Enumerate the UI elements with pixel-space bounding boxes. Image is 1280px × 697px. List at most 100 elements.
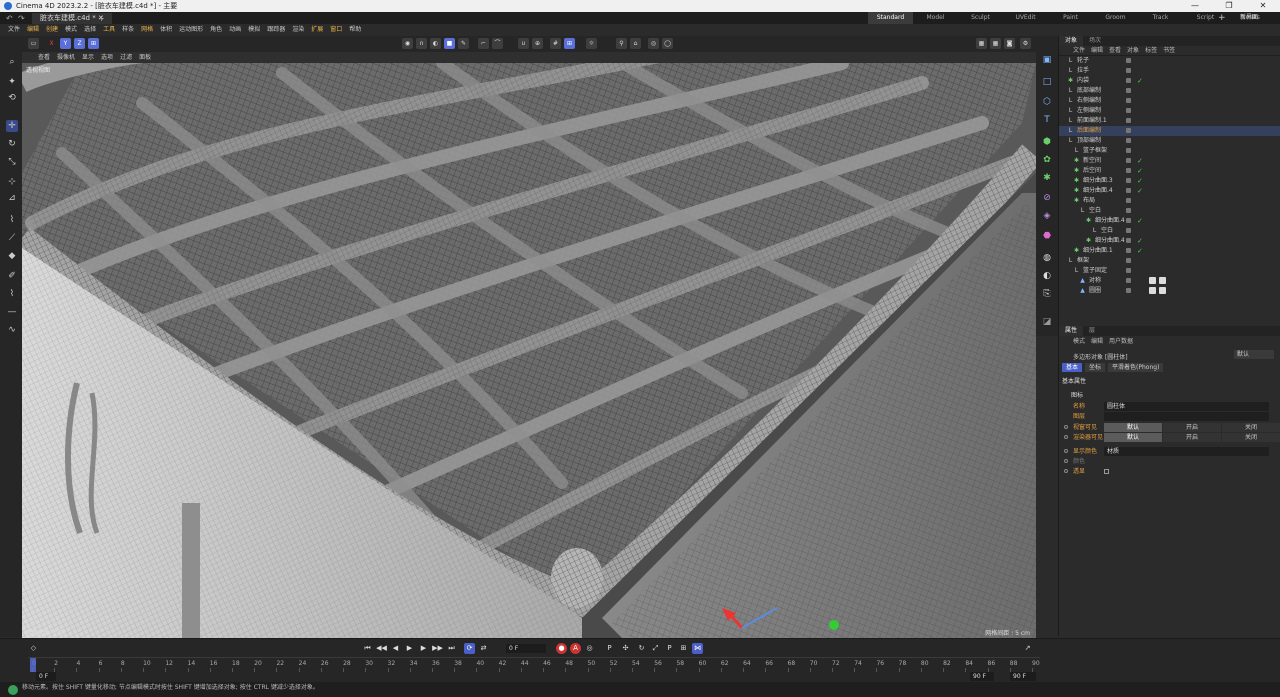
menu-help[interactable]: 帮助 [349, 24, 361, 36]
om-menu-bookmarks[interactable]: 书签 [1163, 46, 1175, 55]
enabled-check-icon[interactable]: ✓ [1137, 236, 1143, 246]
render-region-icon[interactable]: ∩ [416, 38, 427, 49]
keyframe-icon[interactable] [1064, 459, 1068, 463]
vp-menu-filter[interactable]: 过滤 [120, 52, 132, 63]
menu-edit[interactable]: 编辑 [27, 24, 39, 36]
key-point-icon[interactable]: ⊞ [678, 643, 689, 654]
hair-icon[interactable]: ◯ [662, 38, 673, 49]
object-tag-icon[interactable] [1149, 277, 1156, 284]
add-tab-icon[interactable]: + [98, 13, 105, 24]
deformer-obj-icon[interactable]: ⊘ [1041, 192, 1053, 204]
display-color-dropdown[interactable]: 材质 [1104, 447, 1269, 456]
vp-menu-options[interactable]: 选项 [101, 52, 113, 63]
minimize-icon[interactable]: — [1178, 0, 1212, 12]
prev-frame-icon[interactable]: ◀ [390, 643, 401, 654]
visibility-toggle[interactable] [1126, 268, 1131, 273]
visibility-toggle[interactable] [1126, 188, 1131, 193]
layout-standard[interactable]: Standard [868, 12, 913, 24]
panel-layout-icon[interactable]: ▦ [976, 38, 987, 49]
object-tag-icon[interactable] [1159, 277, 1166, 284]
keyframe-icon[interactable] [1064, 425, 1068, 429]
layout-track[interactable]: Track [1138, 12, 1183, 24]
om-menu-view[interactable]: 查看 [1109, 46, 1121, 55]
light-obj-icon[interactable]: ◐ [1041, 270, 1053, 282]
settings-icon[interactable]: ⚙ [1020, 38, 1031, 49]
prev-key-icon[interactable]: ◀◀ [376, 643, 387, 654]
add-layout-icon[interactable]: + [1218, 12, 1226, 24]
redo-icon[interactable]: ↷ [18, 13, 25, 24]
timeline-ruler[interactable]: 0246810121416182022242628303234363840424… [28, 657, 1040, 672]
fill-icon[interactable]: ◆ [6, 250, 18, 262]
display-icon[interactable]: ◎ [648, 38, 659, 49]
maximize-icon[interactable]: ❐ [1212, 0, 1246, 12]
layout-paint[interactable]: Paint [1048, 12, 1093, 24]
visibility-toggle[interactable] [1126, 68, 1131, 73]
playhead[interactable] [30, 658, 36, 672]
enabled-check-icon[interactable]: ✓ [1137, 156, 1143, 166]
menu-animate[interactable]: 动画 [229, 24, 241, 36]
keyframe-icon[interactable] [1064, 435, 1068, 439]
om-menu-edit[interactable]: 编辑 [1091, 46, 1103, 55]
visibility-toggle[interactable] [1126, 198, 1131, 203]
play-icon[interactable]: ▶ [404, 643, 415, 654]
generator-icon[interactable]: ⬢ [1041, 136, 1053, 148]
workplane-icon[interactable]: ⊞ [564, 38, 575, 49]
visibility-toggle[interactable] [1126, 58, 1131, 63]
key-move-icon[interactable]: ✣ [620, 643, 631, 654]
vp-menu-camera[interactable]: 摄像机 [57, 52, 75, 63]
menu-spline[interactable]: 样条 [122, 24, 134, 36]
keyframe-select-icon[interactable]: ◎ [584, 643, 595, 654]
scene-icon[interactable]: ⌂ [630, 38, 641, 49]
undo-view-icon[interactable]: ▭ [28, 38, 39, 49]
om-menu-tags[interactable]: 标签 [1145, 46, 1157, 55]
keyframe-diamond-icon[interactable]: ◇ [28, 643, 39, 654]
vp-menu-view[interactable]: 查看 [38, 52, 50, 63]
pen-icon[interactable]: ✎ [458, 38, 469, 49]
autokey-icon[interactable]: A [570, 643, 581, 654]
visibility-toggle[interactable] [1126, 248, 1131, 253]
close-icon[interactable]: ✕ [1246, 0, 1280, 12]
visibility-toggle[interactable] [1126, 288, 1131, 293]
visibility-toggle[interactable] [1126, 118, 1131, 123]
visibility-toggle[interactable] [1126, 148, 1131, 153]
render-settings-icon[interactable]: ◐ [430, 38, 441, 49]
visibility-toggle[interactable] [1126, 278, 1131, 283]
record-icon[interactable]: ● [556, 643, 567, 654]
enabled-check-icon[interactable]: ✓ [1137, 186, 1143, 196]
menu-extensions[interactable]: 扩展 [311, 24, 323, 36]
start-frame-field[interactable]: 0 F [36, 672, 56, 681]
camera-icon[interactable]: ⚲ [616, 38, 627, 49]
object-row[interactable]: L 后面编制 [1059, 126, 1280, 136]
rotate-view-icon[interactable]: ⟲ [6, 92, 18, 104]
object-row[interactable]: L 底部编制 [1059, 86, 1280, 96]
object-row[interactable]: ▲ 圆圈 [1059, 286, 1280, 296]
editor-visible-default[interactable]: 默认 [1104, 423, 1162, 432]
z-axis-icon[interactable]: Z [74, 38, 85, 49]
knife-icon[interactable]: ⟋ [6, 232, 18, 244]
editor-visible-on[interactable]: 开启 [1163, 423, 1221, 432]
object-row[interactable]: L 右侧编制 [1059, 96, 1280, 106]
object-row[interactable]: L 空白 [1059, 206, 1280, 216]
vp-menu-display[interactable]: 显示 [82, 52, 94, 63]
menu-mograph[interactable]: 运动图形 [179, 24, 203, 36]
effector-icon[interactable]: ✱ [1041, 172, 1053, 184]
object-row[interactable]: L 前面编制.1 [1059, 116, 1280, 126]
next-frame-icon[interactable]: ▶ [418, 643, 429, 654]
perspective-viewport[interactable]: 透视视图 查看变换: 工程 网格间距 : 5 cm [22, 63, 1036, 638]
icon-subsection[interactable]: 图标 [1071, 390, 1083, 399]
cube-icon[interactable]: ■ [444, 38, 455, 49]
move-tool-icon[interactable]: ✛ [6, 120, 18, 132]
paint-icon[interactable]: ✐ [6, 270, 18, 282]
object-row[interactable]: L 框架 [1059, 256, 1280, 266]
pla-icon[interactable]: P [604, 643, 615, 654]
visibility-toggle[interactable] [1126, 178, 1131, 183]
visibility-toggle[interactable] [1126, 238, 1131, 243]
visibility-toggle[interactable] [1126, 88, 1131, 93]
slider-icon[interactable]: — [6, 306, 18, 318]
enabled-check-icon[interactable]: ✓ [1137, 176, 1143, 186]
sculpt-icon[interactable]: ⌇ [6, 288, 18, 300]
menu-tools[interactable]: 工具 [103, 24, 115, 36]
panel-layout2-icon[interactable]: ▦ [990, 38, 1001, 49]
keyframe-icon[interactable] [1064, 469, 1068, 473]
keyframe-icon[interactable] [1064, 449, 1068, 453]
